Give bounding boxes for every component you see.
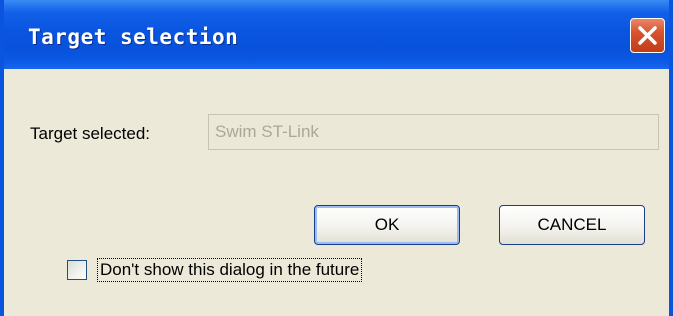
target-selected-field: Swim ST-Link bbox=[208, 114, 659, 150]
target-selected-label: Target selected: bbox=[30, 124, 151, 143]
close-button[interactable] bbox=[630, 18, 665, 53]
dont-show-label[interactable]: Don't show this dialog in the future bbox=[97, 258, 363, 282]
dialog-window: Target selection Target selected: Swim S… bbox=[0, 0, 673, 316]
ok-button[interactable]: OK bbox=[314, 205, 460, 245]
dialog-title: Target selection bbox=[28, 25, 239, 49]
title-bar[interactable]: Target selection bbox=[4, 0, 669, 69]
close-icon bbox=[638, 26, 657, 45]
dont-show-checkbox[interactable] bbox=[67, 260, 87, 280]
cancel-button[interactable]: CANCEL bbox=[499, 205, 645, 245]
